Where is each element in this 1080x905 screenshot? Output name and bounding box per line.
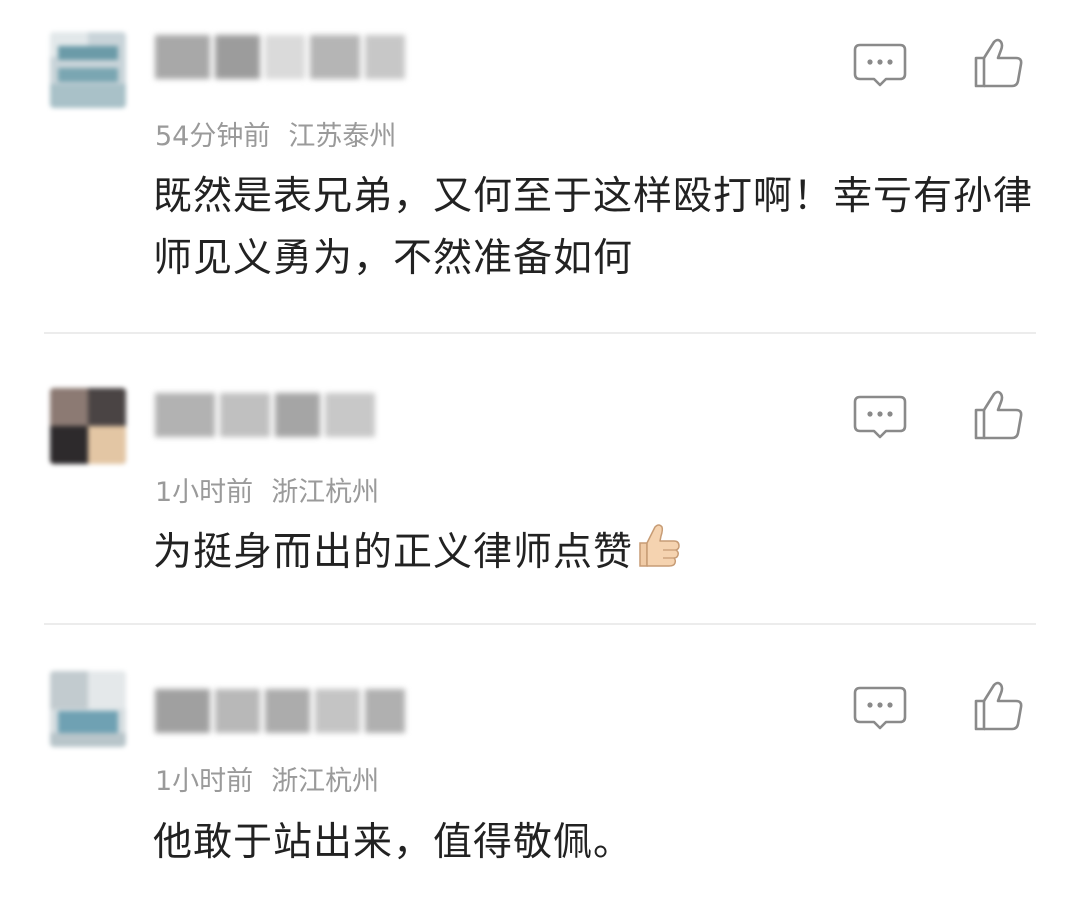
avatar[interactable] (50, 32, 126, 108)
thumbs-up-outline-icon (974, 38, 1023, 88)
comment-text: 既然是表兄弟，又何至于这样殴打啊！幸亏有孙律师见义勇为，不然准备如何 (153, 174, 1034, 281)
comment-location: 浙江杭州 (271, 766, 380, 797)
username-blurred[interactable] (155, 35, 405, 79)
like-button[interactable] (968, 36, 1028, 92)
username-blurred[interactable] (155, 689, 405, 733)
comment-item: 1小时前 浙江杭州 他敢于站出来，值得敬佩。 (0, 624, 1080, 905)
comment-location: 江苏泰州 (288, 121, 397, 152)
like-button[interactable] (968, 679, 1028, 735)
comment-item: 1小时前 浙江杭州 为挺身而出的正义律师点赞 (0, 333, 1080, 623)
comment-bubble-icon (853, 686, 907, 730)
username-blurred[interactable] (155, 393, 375, 437)
reply-button[interactable] (852, 42, 908, 88)
comment-meta: 1小时前 浙江杭州 (155, 759, 379, 798)
comment-location: 浙江杭州 (271, 477, 380, 508)
comment-text: 他敢于站出来，值得敬佩。 (153, 820, 634, 865)
comment-time: 1小时前 (155, 766, 254, 797)
thumbs-up-outline-icon (974, 390, 1023, 440)
comment-text: 为挺身而出的正义律师点赞 (153, 530, 634, 575)
comment-text-row: 为挺身而出的正义律师点赞 (153, 521, 1033, 590)
thumbs-up-outline-icon (974, 681, 1023, 731)
comment-bubble-icon (853, 43, 907, 87)
comment-time: 1小时前 (155, 477, 254, 508)
reply-button[interactable] (852, 685, 908, 731)
avatar[interactable] (50, 388, 126, 464)
reply-button[interactable] (852, 394, 908, 440)
avatar[interactable] (50, 671, 126, 747)
comment-meta: 54分钟前 江苏泰州 (155, 114, 396, 153)
comment-time: 54分钟前 (155, 121, 271, 152)
thumbs-up-emoji-icon (633, 521, 683, 590)
comment-item: 54分钟前 江苏泰州 既然是表兄弟，又何至于这样殴打啊！幸亏有孙律师见义勇为，不然… (0, 0, 1080, 332)
comment-meta: 1小时前 浙江杭州 (155, 470, 379, 509)
like-button[interactable] (968, 388, 1028, 444)
comment-bubble-icon (853, 395, 907, 439)
